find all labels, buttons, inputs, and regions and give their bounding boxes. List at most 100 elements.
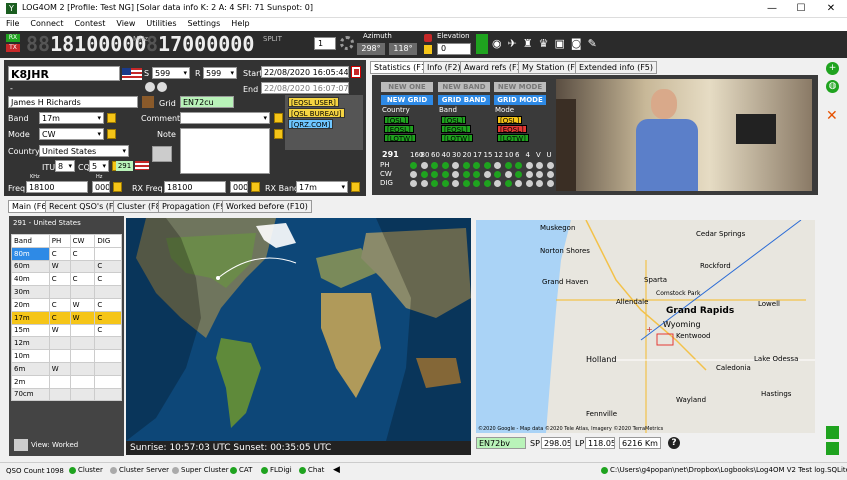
grid-mode-button[interactable]: GRID MODE (494, 95, 546, 105)
freq-hz-label: Hz (96, 174, 103, 180)
chart-icon[interactable] (826, 442, 839, 455)
band-status-dot (410, 171, 417, 178)
operator-photo (556, 79, 812, 191)
status-super-cluster[interactable]: Super Cluster (172, 466, 229, 474)
add-icon[interactable]: + (826, 62, 839, 75)
delete-icon[interactable]: ✕ (826, 108, 838, 124)
list-icon[interactable] (826, 426, 839, 439)
lock-icon[interactable] (424, 45, 432, 54)
table-row[interactable]: 15m W C (11, 323, 122, 338)
local-google-map[interactable]: + Muskegon Cedar Springs Norton Shores R… (476, 220, 815, 433)
globe-icon[interactable]: ◍ (826, 80, 839, 93)
note-input[interactable] (180, 128, 270, 174)
minimize-icon[interactable]: — (758, 0, 786, 18)
status-cat[interactable]: CAT (230, 466, 252, 474)
freq-input[interactable]: 18100 (26, 181, 88, 193)
table-row[interactable]: 2m (11, 374, 122, 389)
view-value[interactable]: Worked (52, 441, 78, 449)
tab-info[interactable]: Info (F2) (423, 61, 465, 74)
rxband-lock-icon[interactable] (351, 182, 360, 192)
band-select[interactable]: 17m (39, 112, 104, 124)
end-time-input[interactable]: 22/08/2020 16:07:07 (261, 82, 349, 94)
table-row[interactable]: 70cm (11, 387, 122, 402)
qrz-lookup-icon[interactable] (142, 96, 154, 108)
status-fldigi[interactable]: FLDigi (261, 466, 292, 474)
grid-band-button[interactable]: GRID BAND (438, 95, 490, 105)
mode-select[interactable]: CW (39, 128, 104, 140)
step-input[interactable]: 1 (314, 37, 336, 50)
tab-worked-before[interactable]: Worked before (F10) (222, 200, 312, 213)
end-label: End (243, 85, 259, 94)
sp-value: 298.05 (541, 437, 571, 449)
view-label: View: (31, 441, 50, 449)
status-cluster-server[interactable]: Cluster Server (110, 466, 169, 474)
table-cell: 6m (11, 361, 50, 376)
rxfreq-hz-input[interactable]: 000 (230, 181, 248, 193)
menu-help[interactable]: Help (225, 18, 254, 28)
table-row[interactable]: 80m C C (11, 246, 122, 261)
view-icon[interactable] (14, 439, 28, 451)
name-input[interactable]: James H Richards (8, 96, 138, 108)
gear-icon[interactable] (340, 36, 354, 50)
table-row[interactable]: 17m C W C (11, 310, 122, 325)
printer-icon[interactable] (152, 146, 172, 162)
maximize-icon[interactable]: ☐ (787, 0, 815, 18)
place-norton-shores: Norton Shores (540, 247, 590, 255)
tab-extended-info[interactable]: Extended info (F5) (575, 61, 658, 74)
band-header: 80 (420, 151, 430, 159)
note-label: Note (157, 130, 176, 139)
new-mode-button[interactable]: NEW MODE (494, 82, 546, 92)
grid-input[interactable]: EN72cu (180, 96, 234, 108)
menu-view[interactable]: View (110, 18, 140, 28)
callsign-input[interactable]: K8JHR (8, 66, 120, 81)
sound-icon[interactable] (145, 82, 155, 92)
comment-input[interactable] (180, 112, 270, 124)
table-row[interactable]: 12m (11, 336, 122, 351)
cq-select[interactable]: 5 (89, 160, 109, 172)
mode-lock-icon[interactable] (107, 129, 116, 139)
table-row[interactable]: 40m C C C (11, 272, 122, 287)
freq-lock-icon[interactable] (113, 182, 122, 192)
new-one-button[interactable]: NEW ONE (381, 82, 433, 92)
band-status-dot (441, 171, 449, 178)
record-icon[interactable] (351, 66, 361, 78)
rxfreq-lock-icon[interactable] (251, 182, 260, 192)
start-time-input[interactable]: 22/08/2020 16:05:44 (261, 66, 349, 78)
menu-settings[interactable]: Settings (181, 18, 225, 28)
table-row[interactable]: 10m (11, 349, 122, 363)
close-icon[interactable]: ✕ (817, 0, 845, 18)
rxband-select[interactable]: 17m (296, 181, 348, 193)
itu-select[interactable]: 8 (55, 160, 75, 172)
new-grid-button[interactable]: NEW GRID (381, 95, 433, 105)
local-map-svg: + (476, 220, 815, 433)
status-dot-icon (172, 466, 179, 474)
toolbar-icons[interactable]: ◉✈♜♛▣◙✎ (492, 37, 603, 50)
status-chat[interactable]: Chat (299, 466, 324, 474)
rst-sent-select[interactable]: 599 (152, 67, 190, 79)
new-band-button[interactable]: NEW BAND (438, 82, 490, 92)
greyline-world-map[interactable] (126, 218, 471, 441)
freq-hz-input[interactable]: 000 (92, 181, 110, 193)
menu-connect[interactable]: Connect (24, 18, 68, 28)
speaker-icon[interactable]: ◀ (333, 465, 340, 475)
country-select[interactable]: United States (39, 145, 129, 157)
rst-rcvd-select[interactable]: 599 (203, 67, 237, 79)
band-lock-icon[interactable] (107, 113, 116, 123)
status-cluster[interactable]: Cluster (69, 466, 103, 474)
antenna-icon[interactable] (476, 34, 488, 54)
sound-icon-2[interactable] (157, 82, 167, 92)
menu-file[interactable]: File (0, 18, 24, 28)
table-row[interactable]: 30m (11, 285, 122, 299)
table-row[interactable]: 20m C W C (11, 297, 122, 312)
menu-utilities[interactable]: Utilities (140, 18, 181, 28)
menu-contest[interactable]: Contest (68, 18, 110, 28)
table-cell: C (48, 272, 71, 287)
table-row[interactable]: 60m W C (11, 259, 122, 274)
help-icon[interactable]: ? (668, 437, 680, 449)
comment-lock-icon[interactable] (274, 113, 283, 123)
table-row[interactable]: 6m W (11, 361, 122, 376)
elevation-input[interactable]: 0 (437, 43, 471, 55)
rxfreq-input[interactable]: 18100 (164, 181, 226, 193)
note-lock-icon[interactable] (274, 129, 283, 139)
rxfreq-label: RX Freq (132, 184, 163, 193)
